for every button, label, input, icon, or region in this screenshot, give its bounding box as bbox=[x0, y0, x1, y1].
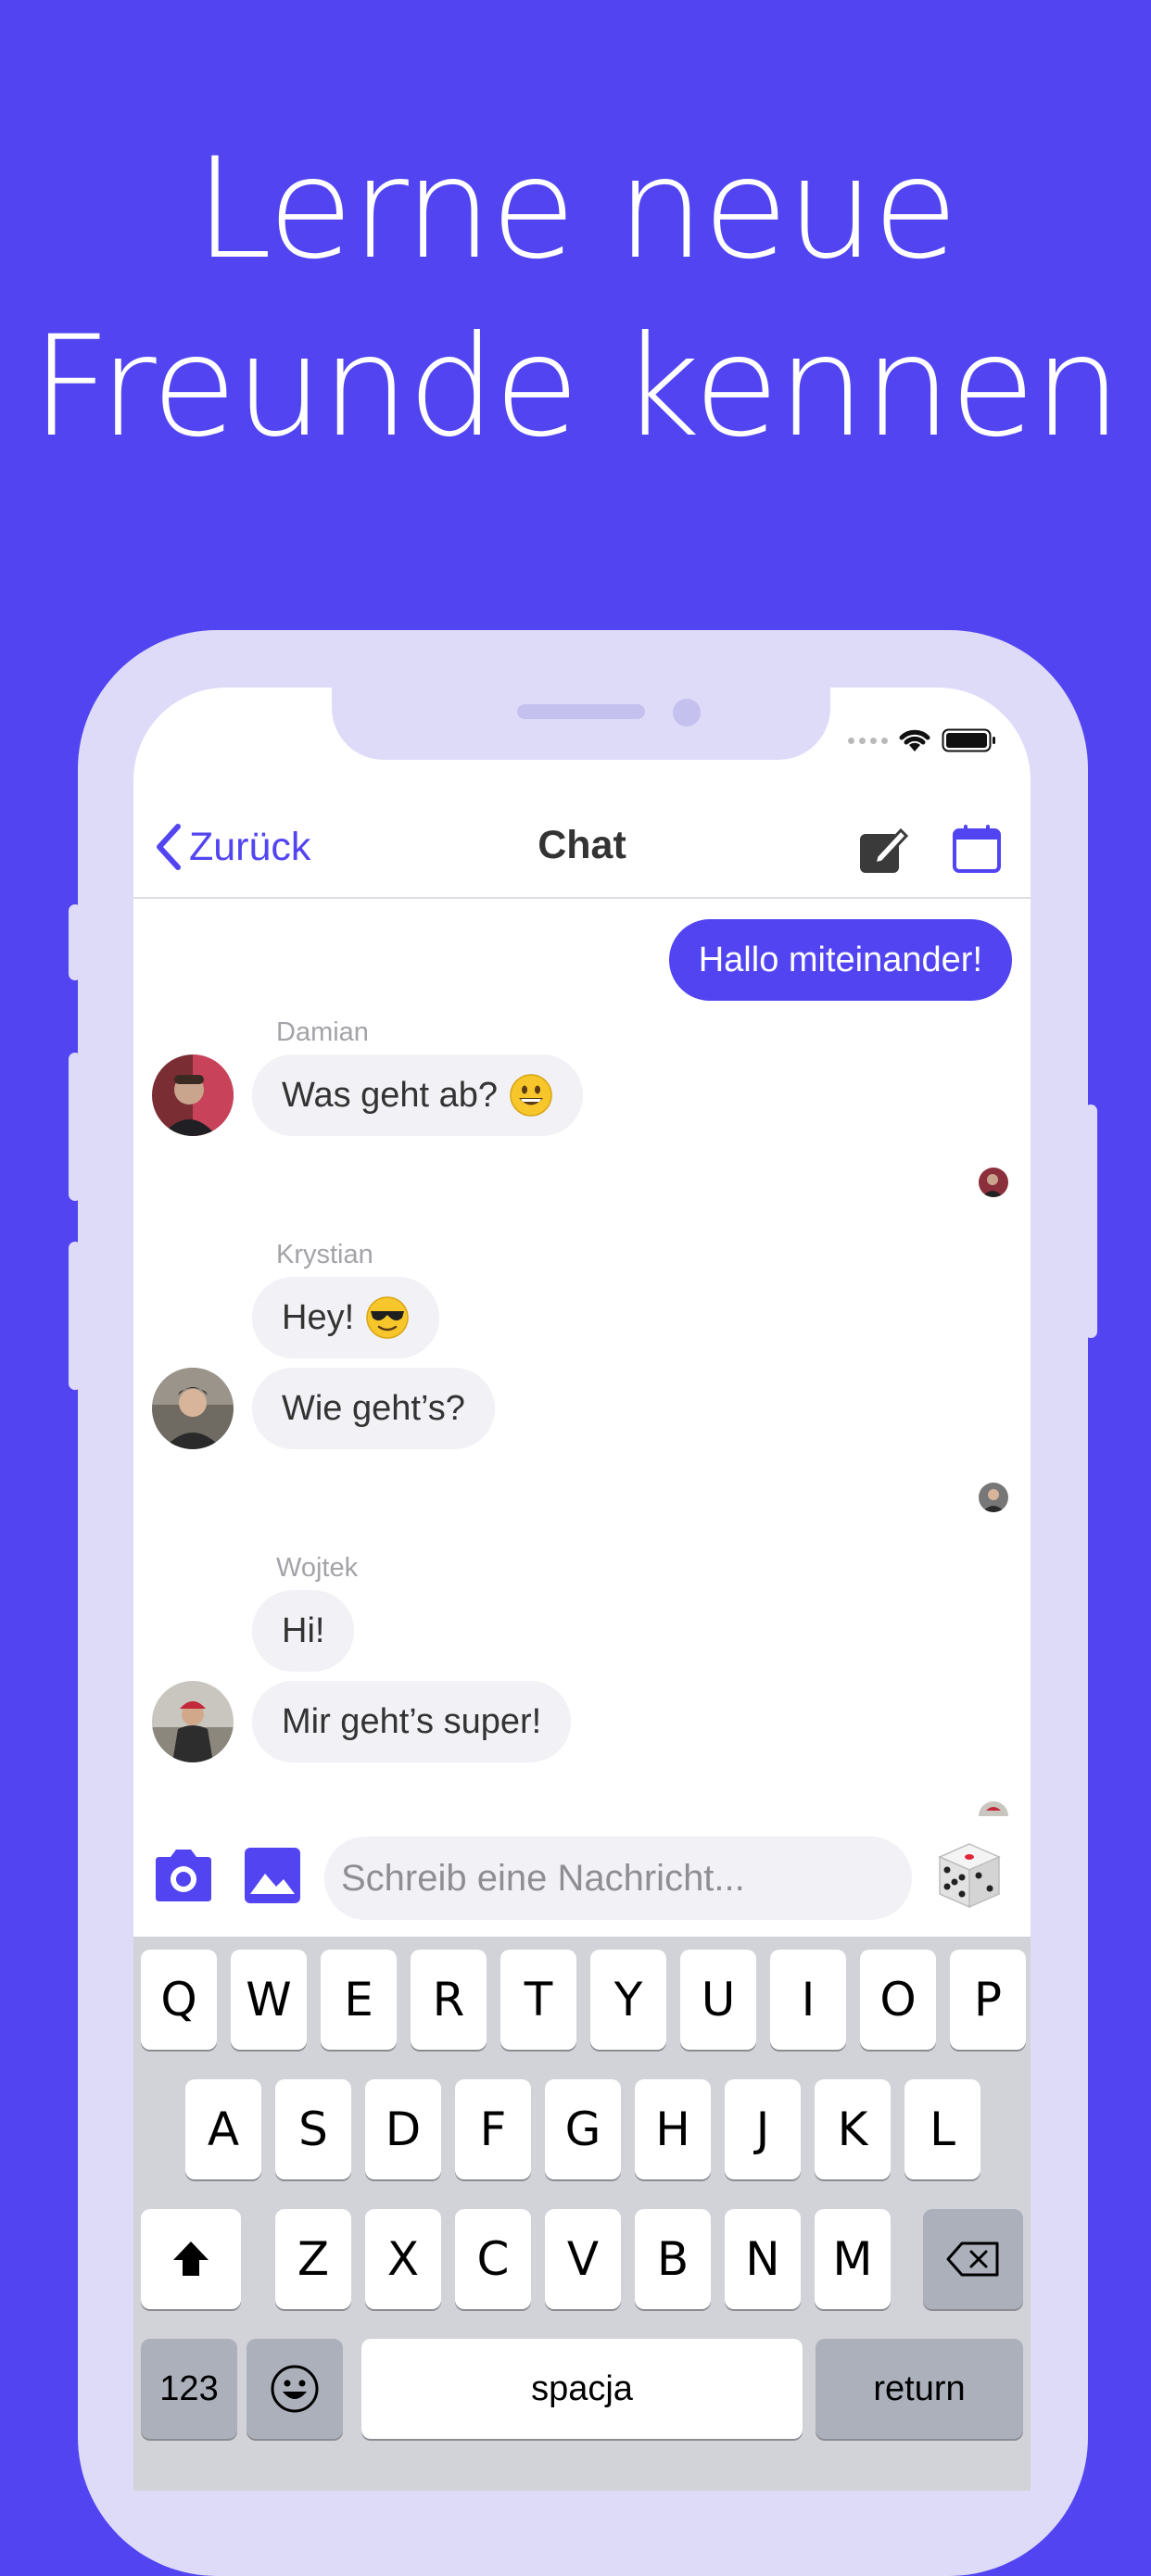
key-c[interactable]: C bbox=[455, 2209, 531, 2309]
sender-name: Wojtek bbox=[276, 1553, 359, 1583]
read-receipt-avatar bbox=[979, 1801, 1008, 1816]
navigation-bar: Zurück Chat bbox=[133, 799, 1031, 899]
headline-line-1: Lerne neue bbox=[195, 129, 958, 290]
headline: Lerne neue Freunde kennen bbox=[0, 120, 1151, 476]
emoji-smiley-icon bbox=[271, 2365, 319, 2413]
speaker bbox=[517, 704, 645, 719]
notch bbox=[332, 688, 830, 760]
shift-arrow-icon bbox=[173, 2241, 209, 2276]
sender-name: Krystian bbox=[276, 1240, 373, 1269]
backspace-icon bbox=[946, 2241, 999, 2277]
key-i[interactable]: I bbox=[770, 1950, 846, 2050]
silent-switch bbox=[69, 904, 82, 980]
incoming-message-bubble[interactable]: Mir geht’s super! bbox=[252, 1681, 572, 1762]
key-t[interactable]: T bbox=[500, 1950, 576, 2050]
battery-icon bbox=[942, 728, 995, 752]
message-text: Mir geht’s super! bbox=[282, 1702, 542, 1741]
avatar-wojtek[interactable] bbox=[152, 1681, 234, 1762]
key-l[interactable]: L bbox=[904, 2079, 980, 2179]
avatar-damian[interactable] bbox=[152, 1054, 234, 1136]
message-list[interactable]: Hallo miteinander! Damian Was geht ab? K… bbox=[133, 899, 1031, 1816]
delete-key[interactable] bbox=[923, 2209, 1023, 2309]
incoming-message-bubble[interactable]: Was geht ab? bbox=[252, 1054, 584, 1136]
key-x[interactable]: X bbox=[365, 2209, 441, 2309]
power-button bbox=[1084, 1105, 1097, 1338]
grinning-face-icon bbox=[510, 1074, 552, 1117]
message-text: Hi! bbox=[282, 1611, 325, 1650]
key-p[interactable]: P bbox=[950, 1950, 1026, 2050]
key-b[interactable]: B bbox=[635, 2209, 711, 2309]
message-composer bbox=[133, 1818, 1031, 1933]
key-k[interactable]: K bbox=[815, 2079, 891, 2179]
compose-icon[interactable] bbox=[856, 821, 912, 877]
key-e[interactable]: E bbox=[321, 1950, 397, 2050]
wifi-icon bbox=[899, 729, 930, 751]
signal-dots-icon bbox=[848, 737, 888, 744]
key-u[interactable]: U bbox=[680, 1950, 756, 2050]
camera-icon[interactable] bbox=[146, 1838, 221, 1913]
key-a[interactable]: A bbox=[185, 2079, 261, 2179]
key-w[interactable]: W bbox=[231, 1950, 307, 2050]
sunglasses-face-icon bbox=[366, 1296, 409, 1339]
key-q[interactable]: Q bbox=[141, 1950, 217, 2050]
status-bar bbox=[848, 726, 997, 754]
message-text: Was geht ab? bbox=[282, 1076, 499, 1115]
dice-icon[interactable] bbox=[932, 1838, 1006, 1913]
calendar-icon[interactable] bbox=[949, 821, 1005, 877]
key-d[interactable]: D bbox=[365, 2079, 441, 2179]
avatar-krystian[interactable] bbox=[152, 1368, 234, 1449]
key-j[interactable]: J bbox=[725, 2079, 801, 2179]
photo-library-icon[interactable] bbox=[235, 1838, 310, 1913]
volume-down-button bbox=[69, 1242, 82, 1390]
read-receipt-avatar bbox=[979, 1483, 1008, 1512]
key-s[interactable]: S bbox=[275, 2079, 351, 2179]
outgoing-message-bubble[interactable]: Hallo miteinander! bbox=[668, 919, 1012, 1001]
key-f[interactable]: F bbox=[455, 2079, 531, 2179]
front-camera bbox=[673, 699, 701, 726]
key-m[interactable]: M bbox=[815, 2209, 891, 2309]
key-z[interactable]: Z bbox=[275, 2209, 351, 2309]
return-key[interactable]: return bbox=[816, 2339, 1023, 2439]
sender-name: Damian bbox=[276, 1017, 369, 1047]
message-input[interactable] bbox=[324, 1837, 912, 1920]
key-v[interactable]: V bbox=[545, 2209, 621, 2309]
key-g[interactable]: G bbox=[545, 2079, 621, 2179]
headline-line-2: Freunde kennen bbox=[31, 307, 1122, 468]
volume-up-button bbox=[69, 1053, 82, 1201]
key-o[interactable]: O bbox=[860, 1950, 936, 2050]
incoming-message-bubble[interactable]: Hey! bbox=[252, 1277, 440, 1358]
key-y[interactable]: Y bbox=[590, 1950, 666, 2050]
incoming-message-bubble[interactable]: Hi! bbox=[252, 1590, 355, 1672]
phone-screen: Zurück Chat Hallo miteinander! Damian Wa… bbox=[133, 688, 1031, 2491]
read-receipt-avatar bbox=[979, 1168, 1008, 1197]
message-text: Wie geht’s? bbox=[282, 1389, 465, 1428]
incoming-message-bubble[interactable]: Wie geht’s? bbox=[252, 1368, 495, 1449]
key-n[interactable]: N bbox=[725, 2209, 801, 2309]
emoji-key[interactable] bbox=[247, 2339, 343, 2439]
numbers-key[interactable]: 123 bbox=[141, 2339, 237, 2439]
shift-key[interactable] bbox=[141, 2209, 241, 2309]
space-key[interactable]: spacja bbox=[361, 2339, 803, 2439]
key-h[interactable]: H bbox=[635, 2079, 711, 2179]
key-r[interactable]: R bbox=[411, 1950, 487, 2050]
message-text: Hey! bbox=[282, 1298, 355, 1337]
keyboard: Q W E R T Y U I O P A S D F G H J K L Z … bbox=[133, 1937, 1031, 2491]
